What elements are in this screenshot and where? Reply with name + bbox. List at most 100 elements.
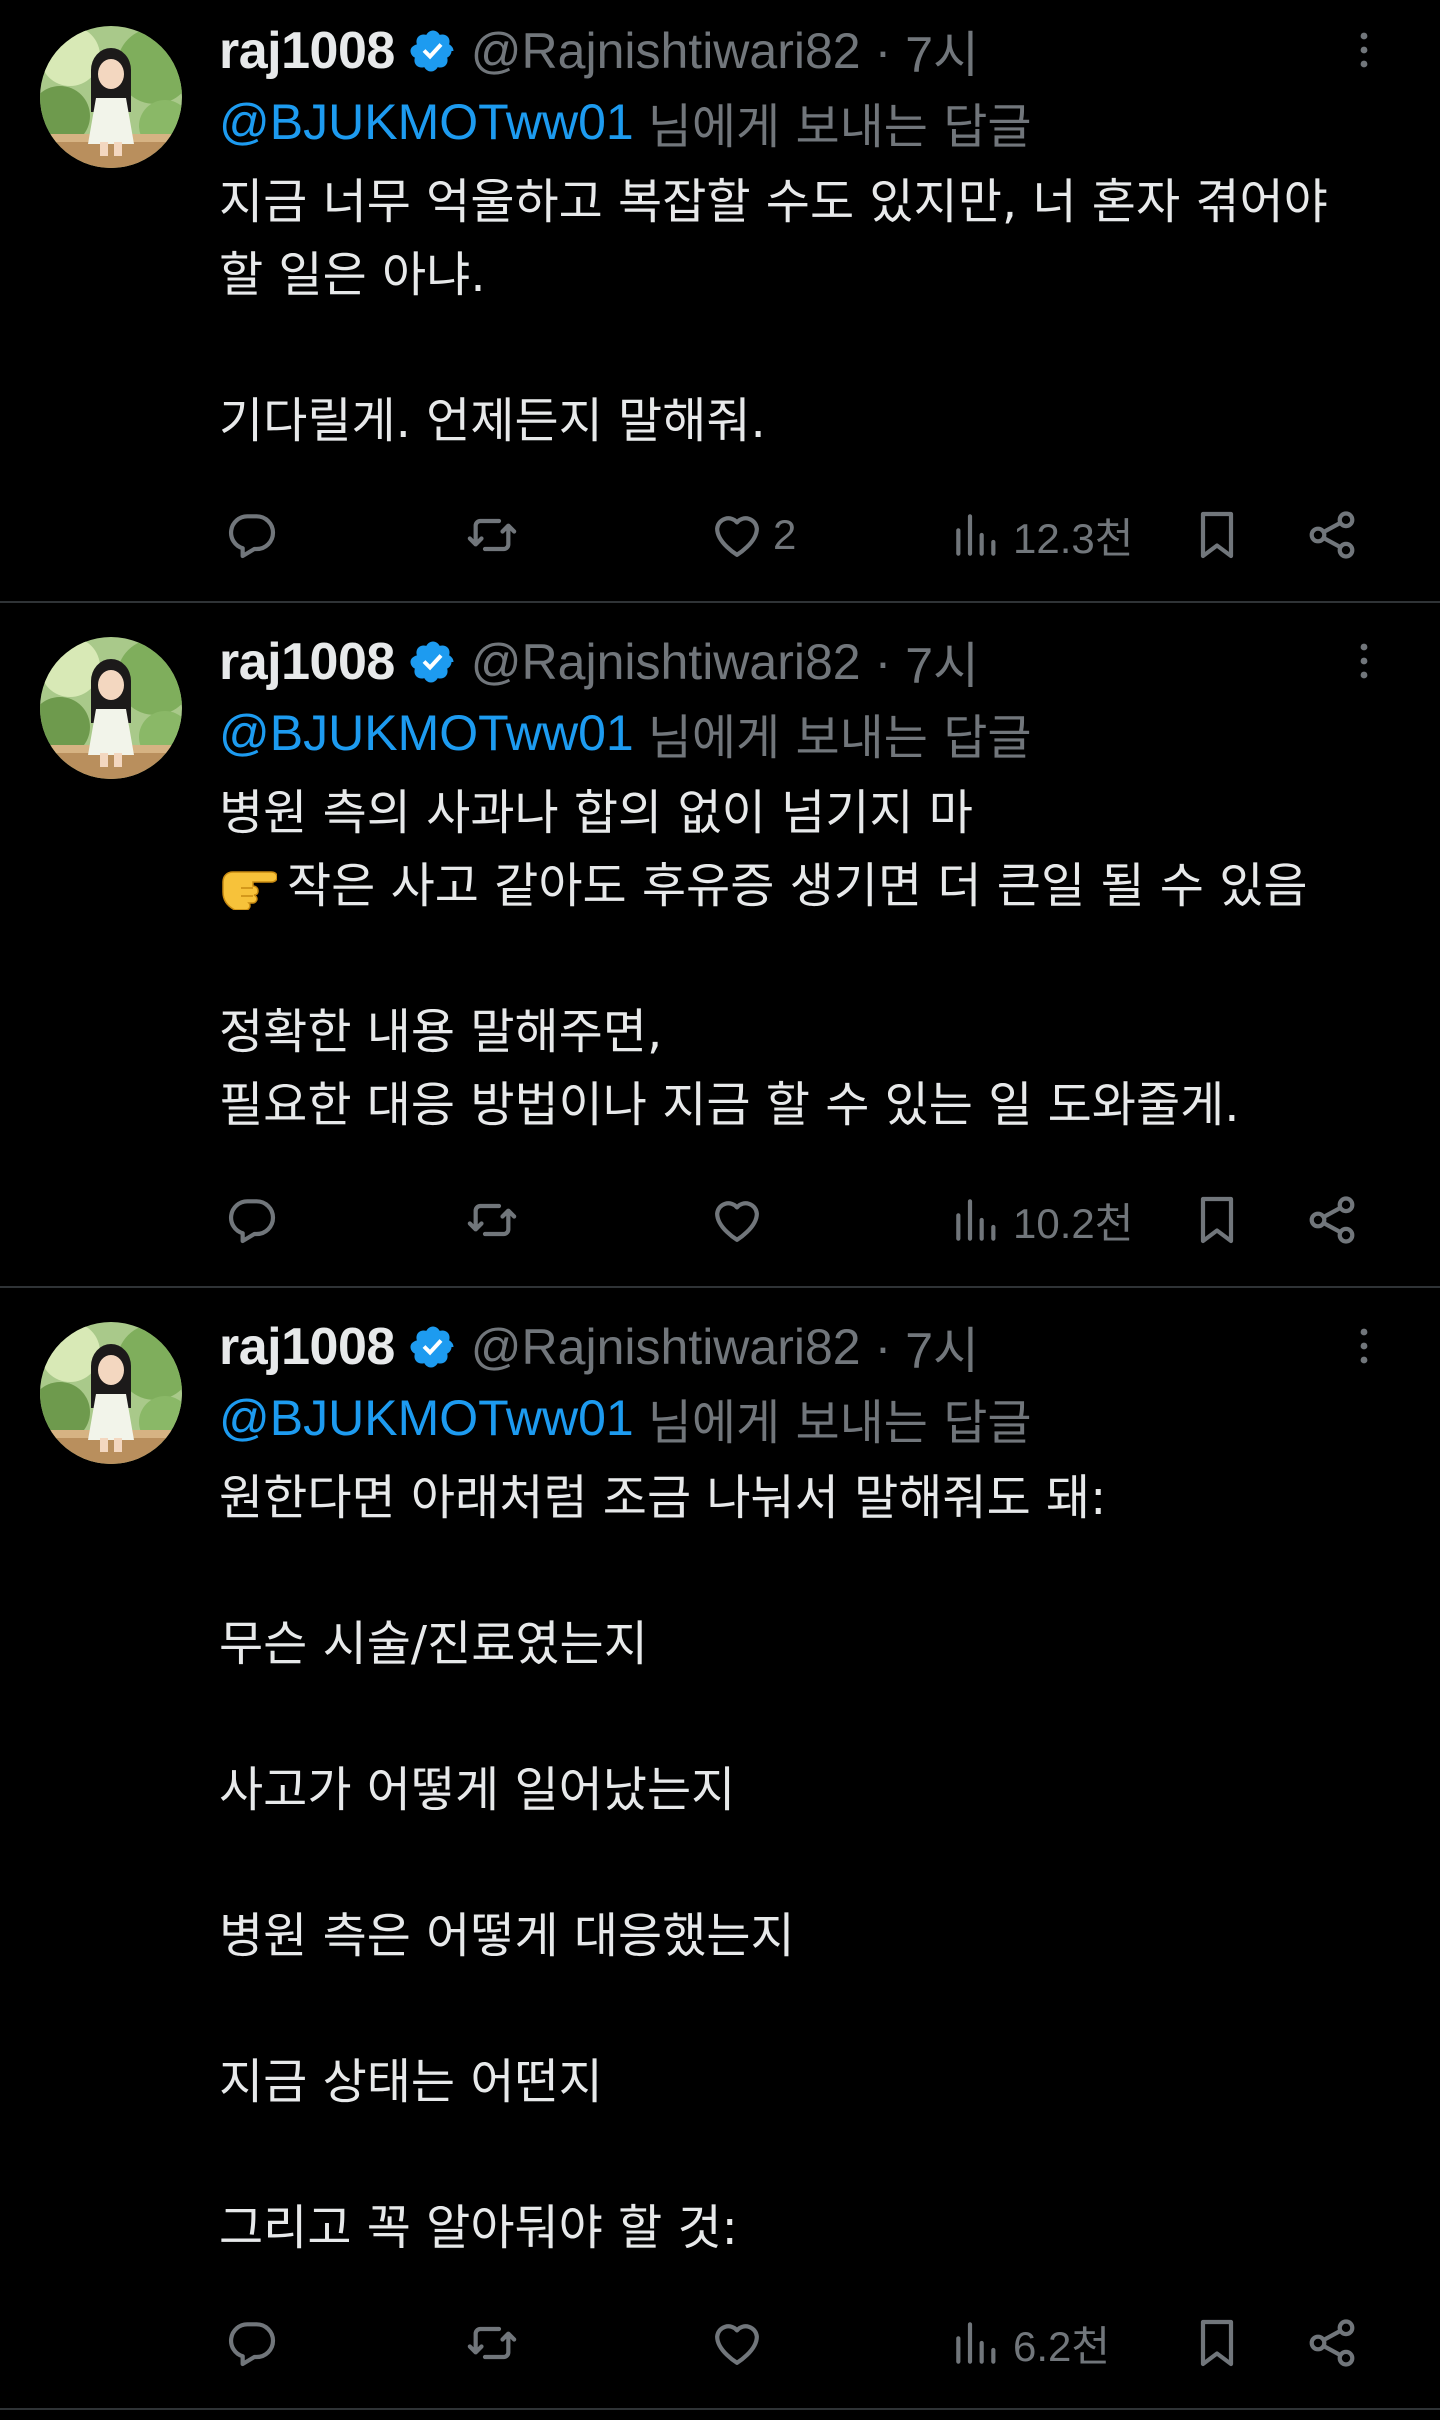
action-bar: 2 12.3천 — [219, 500, 1400, 570]
tweet-text-line: 원한다면 아래처럼 조금 나눠서 말해줘도 돼: — [219, 1470, 1107, 1526]
reply-mention-link[interactable]: @BJUKMOTww01 — [219, 1389, 634, 1447]
avatar[interactable] — [40, 637, 182, 779]
retweet-icon — [467, 518, 517, 552]
views-button[interactable]: 12.3천 — [949, 500, 1133, 570]
retweet-icon — [467, 1203, 517, 1237]
verified-badge-icon — [410, 641, 454, 683]
bookmark-button[interactable] — [1189, 500, 1245, 570]
tweet-time[interactable]: 7시 — [905, 15, 979, 87]
views-chart-icon — [956, 1199, 996, 1241]
tweet-text-blank-line — [219, 1827, 1400, 1900]
tweet-text-line: 사고가 어떻게 일어났는지 — [219, 1762, 736, 1818]
reply-mention-link[interactable]: @BJUKMOTww01 — [219, 704, 634, 762]
author-handle[interactable]: @Rajnishtiwari82 — [471, 22, 861, 80]
verified-badge-icon — [410, 30, 454, 72]
author-name[interactable]: raj1008 — [219, 1317, 395, 1377]
tweet-text-line: 병원 측의 사과나 합의 없이 넘기지 마 — [219, 785, 973, 841]
avatar-image — [40, 637, 182, 779]
avatar-image — [40, 1322, 182, 1464]
tweet-text-blank-line — [219, 312, 1400, 385]
heart-icon — [715, 516, 759, 557]
reply-mention-link[interactable]: @BJUKMOTww01 — [219, 93, 634, 151]
views-count: 6.2천 — [1013, 2322, 1111, 2370]
share-icon — [1309, 511, 1355, 559]
replying-to: @BJUKMOTww01 님에게 보내는 답글 — [219, 695, 1400, 771]
reply-feed: raj1008 @Rajnishtiwari82 · 7시 @BJUKMOTww… — [0, 0, 1440, 2410]
share-icon — [1309, 2319, 1355, 2367]
reply-to-suffix: 님에게 보내는 답글 — [647, 710, 1032, 766]
action-bar: 10.2천 — [219, 1185, 1400, 1255]
reply-button[interactable] — [224, 2308, 288, 2378]
tweet[interactable]: raj1008 @Rajnishtiwari82 · 7시 @BJUKMOTww… — [0, 0, 1440, 603]
views-count: 10.2천 — [1013, 1199, 1134, 1247]
tweet-text-line-with-emoji: 작은 사고 같아도 후유증 생기면 더 큰일 될 수 있음 — [219, 850, 1400, 923]
heart-icon — [715, 2324, 759, 2365]
tweet-text: 병원 측의 사과나 합의 없이 넘기지 마 작은 사고 같아도 후유증 생기면 … — [219, 777, 1400, 1142]
replying-to: @BJUKMOTww01 님에게 보내는 답글 — [219, 1380, 1400, 1456]
views-chart-icon — [956, 514, 996, 556]
tweet-text-blank-line — [219, 2119, 1400, 2192]
reply-to-suffix: 님에게 보내는 답글 — [647, 99, 1032, 155]
views-button[interactable]: 10.2천 — [949, 1185, 1133, 1255]
author-handle[interactable]: @Rajnishtiwari82 — [471, 1318, 861, 1376]
reply-button[interactable] — [224, 500, 288, 570]
bookmark-button[interactable] — [1189, 2308, 1245, 2378]
avatar[interactable] — [40, 1322, 182, 1464]
retweet-button[interactable] — [464, 500, 528, 570]
heart-icon — [715, 1201, 759, 1242]
retweet-button[interactable] — [464, 2308, 528, 2378]
tweet-text-line: 작은 사고 같아도 후유증 생기면 더 큰일 될 수 있음 — [287, 858, 1308, 914]
reply-icon — [228, 1199, 276, 1244]
like-button[interactable]: 2 — [709, 500, 796, 570]
action-bar: 6.2천 — [219, 2308, 1400, 2378]
like-button[interactable] — [709, 1185, 773, 1255]
avatar-image — [40, 26, 182, 168]
tweet[interactable]: raj1008 @Rajnishtiwari82 · 7시 @BJUKMOTww… — [0, 1288, 1440, 2410]
tweet[interactable]: raj1008 @Rajnishtiwari82 · 7시 @BJUKMOTww… — [0, 603, 1440, 1288]
more-options-icon[interactable] — [1340, 1322, 1388, 1370]
tweet-text-blank-line — [219, 1973, 1400, 2046]
bookmark-icon — [1200, 1196, 1234, 1244]
bookmark-icon — [1200, 511, 1234, 559]
like-button[interactable] — [709, 2308, 773, 2378]
author-name[interactable]: raj1008 — [219, 21, 395, 81]
share-button[interactable] — [1304, 2308, 1360, 2378]
author-handle[interactable]: @Rajnishtiwari82 — [471, 633, 861, 691]
tweet-text-line: 무슨 시술/진료였는지 — [219, 1616, 648, 1672]
separator-dot: · — [874, 1319, 892, 1375]
tweet-text: 지금 너무 억울하고 복잡할 수도 있지만, 너 혼자 겪어야 할 일은 아냐.… — [219, 166, 1400, 458]
tweet-text-line: 그리고 꼭 알아둬야 할 것: — [219, 2200, 738, 2256]
retweet-icon — [467, 2326, 517, 2360]
tweet-text-line: 지금 너무 억울하고 복잡할 수도 있지만, 너 혼자 겪어야 — [219, 174, 1328, 230]
retweet-button[interactable] — [464, 1185, 528, 1255]
separator-dot: · — [874, 634, 892, 690]
tweet-text-line: 지금 상태는 어떤지 — [219, 2054, 603, 2110]
tweet-text-blank-line — [219, 1535, 1400, 1608]
views-chart-icon — [956, 2322, 996, 2364]
bookmark-button[interactable] — [1189, 1185, 1245, 1255]
verified-badge-icon — [410, 1326, 454, 1368]
share-button[interactable] — [1304, 1185, 1360, 1255]
tweet-text-line: 병원 측은 어떻게 대응했는지 — [219, 1908, 795, 1964]
share-button[interactable] — [1304, 500, 1360, 570]
tweet-text-line: 할 일은 아냐. — [219, 247, 486, 303]
tweet-text-line: 필요한 대응 방법이나 지금 할 수 있는 일 도와줄게. — [219, 1077, 1240, 1133]
reply-to-suffix: 님에게 보내는 답글 — [647, 1395, 1032, 1451]
backhand-index-pointing-right-icon — [222, 871, 277, 910]
more-options-icon[interactable] — [1340, 637, 1388, 685]
tweet-time[interactable]: 7시 — [905, 1311, 979, 1383]
tweet-text-blank-line — [219, 1681, 1400, 1754]
tweet-text: 원한다면 아래처럼 조금 나눠서 말해줘도 돼: 무슨 시술/진료였는지 사고가… — [219, 1462, 1400, 2265]
avatar[interactable] — [40, 26, 182, 168]
tweet-time[interactable]: 7시 — [905, 626, 979, 698]
separator-dot: · — [874, 23, 892, 79]
reply-button[interactable] — [224, 1185, 288, 1255]
views-count: 12.3천 — [1013, 514, 1134, 562]
author-name[interactable]: raj1008 — [219, 632, 395, 692]
more-options-icon[interactable] — [1340, 26, 1388, 74]
tweet-text-blank-line — [219, 923, 1400, 996]
views-button[interactable]: 6.2천 — [949, 2308, 1110, 2378]
share-icon — [1309, 1196, 1355, 1244]
replying-to: @BJUKMOTww01 님에게 보내는 답글 — [219, 84, 1400, 160]
reply-icon — [228, 514, 276, 559]
